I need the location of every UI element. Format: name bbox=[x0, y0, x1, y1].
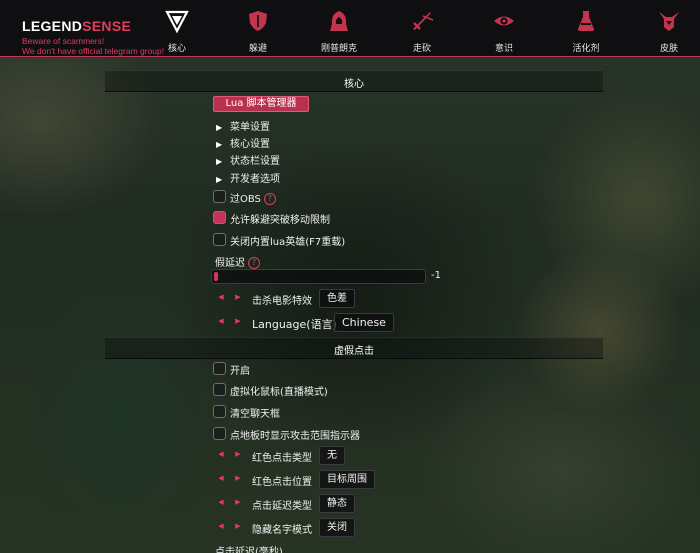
caret-right-icon: ▶ bbox=[216, 175, 223, 184]
tree-item-menu-settings[interactable]: ▶ 菜单设置 bbox=[216, 118, 270, 133]
tab-dodge[interactable]: 躲避 bbox=[228, 4, 288, 54]
tree-item-developer-options[interactable]: ▶ 开发者选项 bbox=[216, 170, 280, 185]
fake-latency-slider-fill bbox=[214, 272, 218, 281]
attack-range-checkbox[interactable] bbox=[213, 427, 226, 440]
arrow-right-icon[interactable]: ▶ bbox=[233, 522, 243, 530]
caret-right-icon: ▶ bbox=[216, 157, 223, 166]
help-icon[interactable]: ? bbox=[248, 257, 260, 269]
arrow-left-icon[interactable]: ◀ bbox=[216, 293, 226, 301]
shield-v-icon bbox=[165, 10, 189, 34]
arrow-right-icon[interactable]: ▶ bbox=[233, 450, 243, 458]
tab-gangplank[interactable]: 刚普朗克 bbox=[309, 4, 369, 54]
click-delay-ms-label: 点击延迟(毫秒) bbox=[215, 547, 283, 553]
arrow-left-icon[interactable]: ◀ bbox=[216, 474, 226, 482]
tab-orbwalk[interactable]: 走砍 bbox=[392, 4, 452, 54]
disable-builtin-lua-checkbox[interactable] bbox=[213, 233, 226, 246]
tab-awareness[interactable]: 意识 bbox=[474, 4, 534, 54]
arrow-right-icon[interactable]: ▶ bbox=[233, 293, 243, 301]
tree-item-core-settings[interactable]: ▶ 核心设置 bbox=[216, 135, 270, 150]
arrow-left-icon[interactable]: ◀ bbox=[216, 450, 226, 458]
enable-checkbox[interactable] bbox=[213, 362, 226, 375]
sword-icon bbox=[413, 12, 434, 30]
arrow-right-icon[interactable]: ▶ bbox=[233, 498, 243, 506]
arrow-right-icon[interactable]: ▶ bbox=[233, 474, 243, 482]
caret-right-icon: ▶ bbox=[216, 140, 223, 149]
bypass-obs-checkbox[interactable] bbox=[213, 190, 226, 203]
kill-effect-value[interactable]: 色差 bbox=[319, 289, 355, 308]
section-header-fake-click: 虚假点击 bbox=[105, 337, 603, 359]
brand-logo: LEGENDSENSE bbox=[22, 18, 132, 34]
help-icon[interactable]: ? bbox=[263, 193, 276, 205]
tab-skins[interactable]: 皮肤 bbox=[639, 4, 699, 54]
red-click-type-value[interactable]: 无 bbox=[319, 446, 345, 465]
arrow-left-icon[interactable]: ◀ bbox=[216, 522, 226, 530]
potion-icon bbox=[578, 11, 594, 31]
language-value[interactable]: Chinese bbox=[334, 313, 394, 332]
horned-helmet-icon bbox=[659, 12, 679, 31]
section-header-core: 核心 bbox=[105, 70, 603, 92]
click-delay-type-value[interactable]: 静态 bbox=[319, 494, 355, 513]
arrow-right-icon[interactable]: ▶ bbox=[233, 317, 243, 325]
brand-block: LEGENDSENSE Beware of scammers! We don't… bbox=[22, 18, 164, 56]
caret-right-icon: ▶ bbox=[216, 123, 223, 132]
virtual-mouse-checkbox[interactable] bbox=[213, 383, 226, 396]
tree-item-statusbar-settings[interactable]: ▶ 状态栏设置 bbox=[216, 152, 280, 167]
fake-latency-slider[interactable] bbox=[211, 269, 426, 284]
red-click-position-value[interactable]: 目标周围 bbox=[319, 470, 375, 489]
hooded-figure-icon bbox=[330, 11, 348, 31]
hide-name-mode-value[interactable]: 关闭 bbox=[319, 518, 355, 537]
shield-icon bbox=[249, 11, 267, 31]
telegram-warning: We don't have official telegram group! bbox=[22, 46, 165, 56]
tab-core[interactable]: 核心 bbox=[147, 4, 207, 54]
lua-script-manager-button[interactable]: Lua 脚本管理器 bbox=[213, 96, 309, 112]
fake-latency-label: 假延迟? bbox=[215, 254, 260, 269]
tab-activator[interactable]: 活化剂 bbox=[556, 4, 616, 54]
scam-warning: Beware of scammers! bbox=[22, 36, 105, 46]
arrow-left-icon[interactable]: ◀ bbox=[216, 317, 226, 325]
top-nav-bar: LEGENDSENSE Beware of scammers! We don't… bbox=[0, 0, 700, 57]
clear-chat-checkbox[interactable] bbox=[213, 405, 226, 418]
fake-latency-value: -1 bbox=[431, 270, 441, 281]
arrow-left-icon[interactable]: ◀ bbox=[216, 498, 226, 506]
eye-icon bbox=[494, 16, 514, 26]
dodge-break-limit-checkbox[interactable] bbox=[213, 211, 226, 224]
